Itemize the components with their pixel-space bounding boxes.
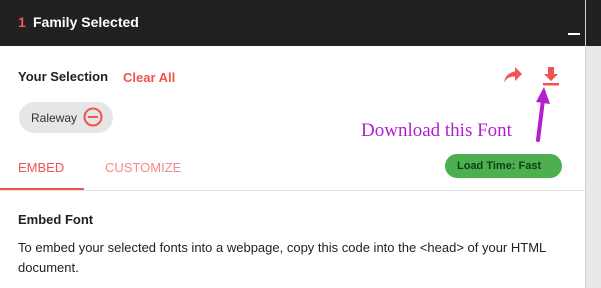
tabs-divider	[0, 190, 585, 191]
scrollbar-header-pad	[585, 0, 601, 46]
tab-customize[interactable]: CUSTOMIZE	[105, 160, 181, 175]
load-time-label: Load Time: Fast	[457, 160, 542, 172]
load-time-badge: Load Time: Fast	[445, 154, 562, 178]
remove-circle-icon[interactable]	[83, 107, 103, 127]
clear-all-button[interactable]: Clear All	[123, 70, 175, 85]
annotation-arrow-icon	[536, 87, 550, 142]
download-icon[interactable]	[542, 66, 560, 86]
annotation-text: Download this Font	[361, 120, 512, 141]
tab-embed[interactable]: EMBED	[0, 153, 84, 189]
font-chip-raleway: Raleway	[19, 102, 113, 133]
header-title: Family Selected	[33, 14, 139, 30]
selection-drawer-header[interactable]: 1 Family Selected	[0, 0, 585, 46]
your-selection-label: Your Selection	[18, 69, 109, 84]
minimize-icon[interactable]	[568, 33, 580, 35]
share-arrow-icon[interactable]	[503, 66, 523, 84]
scrollbar-track	[585, 0, 586, 288]
selected-count: 1	[18, 14, 26, 30]
scrollbar[interactable]	[585, 0, 601, 288]
tab-embed-label: EMBED	[18, 160, 65, 175]
embed-description: To embed your selected fonts into a webp…	[18, 240, 546, 275]
chip-label: Raleway	[31, 111, 78, 125]
embed-font-title: Embed Font	[18, 212, 94, 227]
